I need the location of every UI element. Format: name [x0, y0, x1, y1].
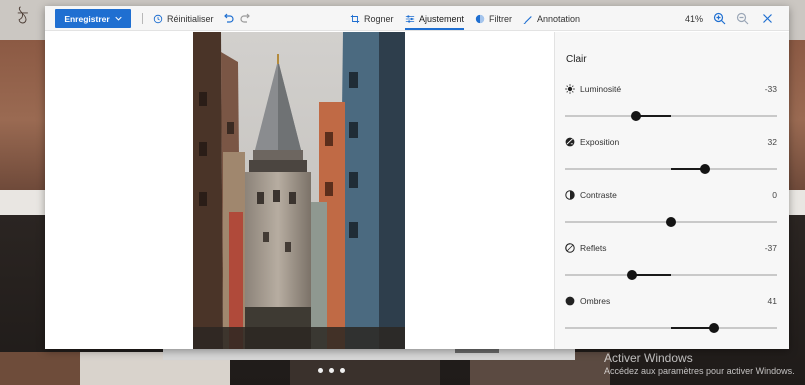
adjustment-header: Ombres 41 — [565, 294, 777, 308]
tab-crop[interactable]: Rogner — [350, 6, 394, 31]
reset-button[interactable]: Réinitialiser — [153, 6, 214, 31]
tab-crop-label: Rogner — [364, 13, 394, 24]
adjustment-exposition: Exposition 32 — [565, 135, 777, 181]
adjustment-value: 0 — [772, 190, 777, 200]
adjustment-label: Ombres — [580, 296, 611, 306]
zoom-in-button[interactable] — [713, 12, 726, 25]
save-button[interactable]: Enregistrer — [55, 9, 131, 28]
adjustment-panel: Clair Luminosité -33 Exposition 32 Contraste… — [554, 32, 789, 349]
adjustment-header: Exposition 32 — [565, 135, 777, 149]
highlights-icon — [565, 243, 575, 253]
slider-fill — [631, 274, 671, 276]
undo-button[interactable] — [222, 12, 235, 25]
adjustment-value: -33 — [764, 84, 777, 94]
sun-icon — [565, 84, 575, 94]
slider-thumb[interactable] — [631, 111, 642, 121]
adjustment-header: Reflets -37 — [565, 241, 777, 255]
slider-fill — [636, 115, 671, 117]
watermark-title: Activer Windows — [604, 351, 693, 365]
contrast-icon — [565, 190, 575, 200]
slider-thumb[interactable] — [709, 323, 720, 333]
tab-filter[interactable]: Filtrer — [475, 6, 512, 31]
undo-icon — [224, 13, 234, 23]
adjustment-value: -37 — [764, 243, 777, 253]
windows-activation-watermark: Activer Windows Accédez aux paramètres p… — [604, 352, 795, 378]
exposure-icon — [565, 137, 575, 147]
adjustment-slider[interactable] — [565, 164, 777, 174]
filter-icon — [475, 14, 485, 23]
history-icon — [153, 14, 163, 23]
zoom-out-icon — [736, 12, 749, 25]
adjustment-value: 32 — [767, 137, 777, 147]
zoom-level: 41% — [685, 13, 704, 24]
tab-annotation-label: Annotation — [537, 13, 581, 24]
reset-label: Réinitialiser — [167, 13, 214, 24]
slider-thumb[interactable] — [699, 164, 710, 174]
adjustment-reflets: Reflets -37 — [565, 241, 777, 287]
adjustment-header: Luminosité -33 — [565, 82, 777, 96]
bg-carousel-dots — [318, 368, 345, 373]
panel-title: Clair — [566, 54, 587, 65]
adjustment-label: Reflets — [580, 243, 607, 253]
bg-thumbnail — [0, 352, 80, 385]
close-button[interactable] — [761, 12, 774, 25]
edited-photo — [193, 32, 405, 349]
slider-fill — [671, 327, 715, 329]
adjustment-luminosite: Luminosité -33 — [565, 82, 777, 128]
adjustment-slider[interactable] — [565, 270, 777, 280]
adjustment-slider[interactable] — [565, 111, 777, 121]
tab-filter-label: Filtrer — [489, 13, 512, 24]
watermark-subtitle: Accédez aux paramètres pour activer Wind… — [604, 366, 795, 376]
adjustment-slider[interactable] — [565, 217, 777, 227]
image-canvas — [45, 32, 554, 349]
slider-thumb[interactable] — [626, 270, 637, 280]
adjustment-label: Contraste — [580, 190, 617, 200]
galata-tower-photo — [193, 32, 405, 349]
slider-thumb[interactable] — [666, 217, 676, 227]
redo-icon — [240, 13, 250, 23]
toolbar-divider — [142, 13, 143, 24]
chevron-down-icon — [115, 16, 122, 21]
pen-icon — [523, 15, 532, 24]
save-button-label: Enregistrer — [64, 13, 110, 24]
bg-carousel-thumb — [455, 349, 499, 353]
redo-button[interactable] — [239, 12, 252, 25]
bg-carousel-bar — [163, 349, 575, 360]
crop-icon — [350, 14, 360, 23]
site-logo-icon: ঠ — [18, 8, 28, 29]
adjustment-slider[interactable] — [565, 323, 777, 333]
adjustment-ombres: Ombres 41 — [565, 294, 777, 340]
photo-editor: Enregistrer Réinitialiser Rogner Ajustem… — [45, 6, 789, 349]
shadows-icon — [565, 296, 575, 306]
adjustment-header: Contraste 0 — [565, 188, 777, 202]
adjustment-label: Exposition — [580, 137, 620, 147]
editor-toolbar: Enregistrer Réinitialiser Rogner Ajustem… — [45, 6, 789, 31]
zoom-out-button[interactable] — [736, 12, 749, 25]
adjust-icon — [405, 14, 415, 23]
tab-annotation[interactable]: Annotation — [523, 6, 580, 31]
zoom-in-icon — [713, 12, 726, 25]
tab-adjust-label: Ajustement — [419, 13, 465, 24]
adjustment-contraste: Contraste 0 — [565, 188, 777, 234]
tab-adjust[interactable]: Ajustement — [405, 6, 465, 31]
adjustment-label: Luminosité — [580, 84, 622, 94]
close-icon — [763, 14, 772, 23]
adjustment-value: 41 — [767, 296, 777, 306]
